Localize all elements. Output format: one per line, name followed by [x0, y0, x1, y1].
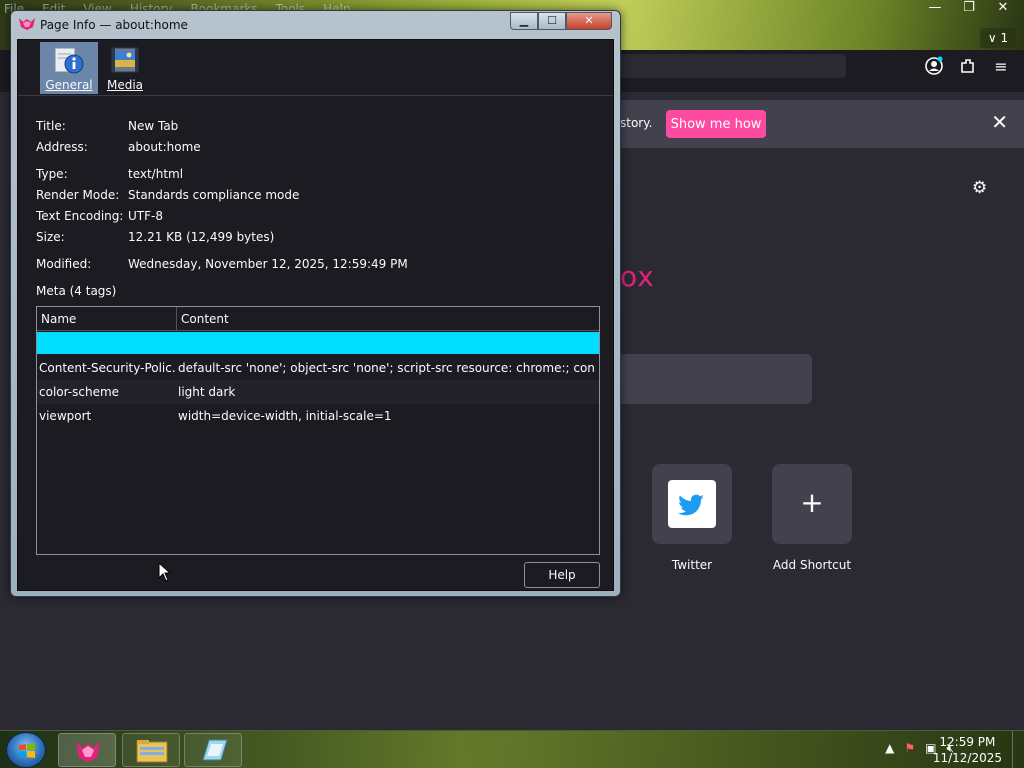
- firefox-logo-icon: [76, 742, 100, 762]
- account-icon[interactable]: [923, 56, 945, 78]
- show-hidden-icons-icon[interactable]: ▲: [885, 741, 894, 756]
- dialog-titlebar[interactable]: Page Info — about:home ▁ ☐ ✕: [11, 11, 620, 39]
- minimize-icon[interactable]: ▁: [510, 12, 538, 30]
- notice-text: story.: [620, 116, 653, 130]
- action-center-flag-icon[interactable]: ⚑: [904, 741, 915, 756]
- chevron-down-icon: ∨: [987, 31, 997, 45]
- shortcut-tile: +: [772, 464, 852, 544]
- table-row[interactable]: color-scheme light dark: [37, 380, 599, 404]
- taskbar: ▲ ⚑ ▣ 🔇︎ 12:59 PM 11/12/2025: [0, 730, 1024, 768]
- meta-cell-content: light dark: [178, 385, 236, 399]
- dialog-body: General Media Title: New Tab Address: ab…: [17, 39, 614, 591]
- show-me-how-button[interactable]: Show me how: [666, 110, 766, 138]
- hamburger-menu-icon[interactable]: ≡: [990, 56, 1012, 78]
- firefox-logo-icon: [18, 17, 36, 31]
- info-size-value: 12.21 KB (12,499 bytes): [128, 230, 275, 244]
- meta-heading: Meta (4 tags): [36, 284, 117, 298]
- mouse-cursor-icon: [158, 562, 172, 582]
- plus-icon: +: [800, 486, 824, 519]
- info-icon: [54, 47, 84, 74]
- show-desktop-button[interactable]: [1012, 731, 1024, 768]
- table-row[interactable]: viewport width=device-width, initial-sca…: [37, 404, 599, 428]
- twitter-bird-icon: [668, 480, 716, 528]
- folder-icon: [136, 740, 168, 763]
- info-encoding-value: UTF-8: [128, 209, 163, 223]
- start-button[interactable]: [6, 732, 46, 768]
- tab-general-label: General: [45, 78, 93, 92]
- tab-media[interactable]: Media: [96, 42, 154, 94]
- url-bar[interactable]: [600, 54, 846, 78]
- info-render-value: Standards compliance mode: [128, 188, 300, 202]
- shortcut-twitter[interactable]: Twitter: [632, 464, 752, 572]
- taskbar-file-explorer[interactable]: [122, 733, 180, 767]
- search-box[interactable]: [612, 354, 812, 404]
- meta-cell-name: viewport: [39, 409, 92, 423]
- meta-cell-content: default-src 'none'; object-src 'none'; s…: [178, 361, 596, 375]
- restore-icon[interactable]: ❐: [956, 0, 982, 16]
- info-title-key: Title:: [36, 119, 66, 133]
- extensions-icon[interactable]: [957, 56, 979, 78]
- dialog-window-controls: ▁ ☐ ✕: [510, 12, 612, 30]
- info-modified-key: Modified:: [36, 257, 92, 271]
- meta-cell-name: Content-Security-Polic...: [39, 361, 175, 375]
- dialog-title: Page Info — about:home: [40, 18, 188, 32]
- close-icon[interactable]: ✕: [566, 12, 612, 30]
- gear-icon[interactable]: ⚙: [972, 178, 987, 198]
- tab-count-label: 1: [1000, 31, 1009, 45]
- help-button[interactable]: Help: [524, 562, 600, 588]
- meta-table-header: Name Content: [37, 307, 599, 331]
- info-size-key: Size:: [36, 230, 65, 244]
- clock-date: 11/12/2025: [932, 751, 1002, 765]
- page-info-dialog: Page Info — about:home ▁ ☐ ✕ General Med…: [10, 10, 621, 597]
- table-row[interactable]: Content-Security-Polic... default-src 'n…: [37, 356, 599, 380]
- meta-cell-name: color-scheme: [39, 385, 120, 399]
- tab-media-label: Media: [106, 78, 144, 92]
- taskbar-app[interactable]: [184, 733, 242, 767]
- info-encoding-key: Text Encoding:: [36, 209, 124, 223]
- shortcut-tile: [652, 464, 732, 544]
- meta-cell-content: width=device-width, initial-scale=1: [178, 409, 392, 423]
- info-title-value: New Tab: [128, 119, 179, 133]
- info-type-value: text/html: [128, 167, 184, 181]
- shortcut-label: Twitter: [671, 558, 713, 572]
- taskbar-firefox[interactable]: [58, 733, 116, 767]
- tab-list-button[interactable]: ∨ 1: [980, 28, 1016, 48]
- column-header-content[interactable]: Content: [177, 307, 599, 331]
- tab-general[interactable]: General: [40, 42, 98, 94]
- meta-table: Name Content Content-Security-Polic... d…: [36, 306, 600, 555]
- maximize-icon[interactable]: ☐: [538, 12, 566, 30]
- shortcut-add[interactable]: + Add Shortcut: [752, 464, 872, 572]
- info-render-key: Render Mode:: [36, 188, 120, 202]
- clock[interactable]: 12:59 PM 11/12/2025: [933, 734, 1002, 766]
- close-icon[interactable]: ✕: [991, 110, 1008, 134]
- table-row-selected[interactable]: [37, 332, 599, 354]
- windows-logo-icon: [19, 743, 35, 758]
- info-modified-value: Wednesday, November 12, 2025, 12:59:49 P…: [128, 257, 408, 271]
- close-icon[interactable]: ✕: [990, 0, 1016, 16]
- info-address-value: about:home: [128, 140, 201, 154]
- media-icon: [111, 47, 139, 73]
- info-type-key: Type:: [36, 167, 68, 181]
- shortcut-label: Add Shortcut: [772, 558, 852, 572]
- clock-time: 12:59 PM: [939, 735, 996, 749]
- dialog-tabbar: General Media: [18, 40, 613, 96]
- minimize-icon[interactable]: —: [922, 0, 948, 16]
- column-header-name[interactable]: Name: [37, 307, 177, 331]
- app-icon: [202, 739, 228, 761]
- notice-bar: story. Show me how ✕: [600, 100, 1024, 148]
- browser-window-controls: — ❐ ✕: [922, 0, 1016, 16]
- brand-wordmark: ox: [620, 260, 655, 293]
- info-address-key: Address:: [36, 140, 88, 154]
